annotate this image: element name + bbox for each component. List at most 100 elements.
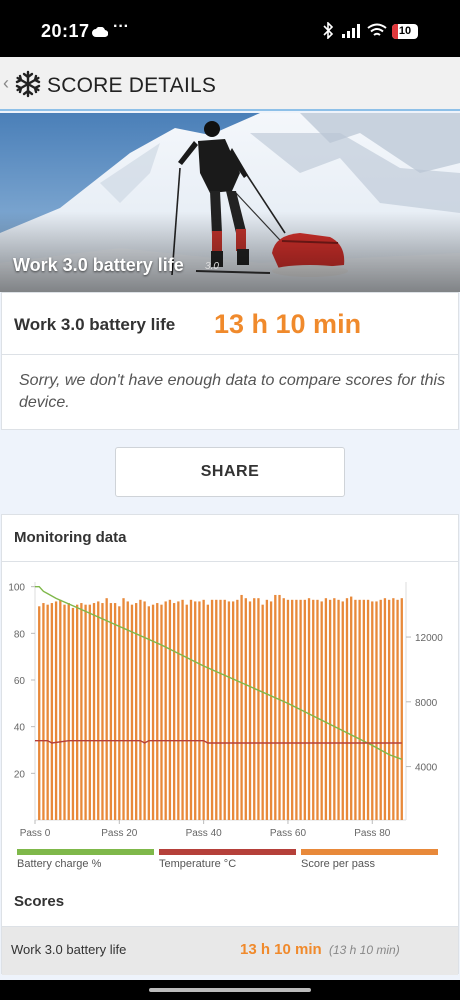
wifi-icon [367, 23, 387, 43]
nav-bar [0, 980, 460, 1000]
score-bar [291, 599, 294, 820]
score-bar [164, 601, 167, 820]
legend-item-temperature: Temperature °C [159, 849, 296, 879]
score-bar [80, 603, 83, 820]
legend-swatch [17, 849, 154, 855]
score-bar [316, 599, 319, 820]
legend-label: Temperature °C [159, 858, 237, 870]
score-bar [143, 601, 146, 820]
score-bar [223, 599, 226, 820]
score-bar [286, 599, 290, 820]
score-bar [295, 599, 298, 820]
legend-swatch [301, 849, 438, 855]
x-tick-label: Pass 0 [20, 828, 51, 838]
snowflake-icon[interactable] [14, 70, 42, 103]
score-bar [151, 604, 155, 820]
score-bar [194, 601, 197, 820]
screen: 20:17 ··· 10 ‹ SCORE DETAILS Work 3.0 ba… [0, 0, 460, 1000]
score-bar [257, 598, 260, 820]
score-bar [172, 603, 176, 820]
cloud-icon [92, 24, 109, 42]
score-bar [118, 606, 121, 820]
score-bar [113, 603, 117, 820]
score-bar [126, 601, 129, 820]
score-bar [198, 601, 201, 820]
score-bar [312, 599, 315, 820]
score-bar [181, 599, 184, 820]
score-bar [379, 599, 382, 820]
score-bar [396, 599, 399, 820]
score-bar [122, 598, 125, 820]
legend-swatch [159, 849, 296, 855]
score-bar [371, 601, 374, 820]
home-gesture-bar[interactable] [149, 988, 311, 992]
status-time: 20:17 [41, 21, 90, 41]
score-bar [92, 603, 96, 820]
monitoring-chart: 100 80 60 40 20 12000 8000 4000 Pass 0 Pass 20 Pas… [8, 582, 443, 838]
score-bar [320, 601, 323, 820]
hero-image: Work 3.0 battery life 3.0 [0, 113, 460, 292]
score-bar [88, 604, 91, 820]
score-bar [50, 603, 54, 820]
score-bar [383, 598, 387, 820]
x-tick-label: Pass 20 [101, 828, 138, 838]
score-bar [135, 603, 138, 820]
monitoring-title: Monitoring data [14, 529, 127, 546]
score-bar [307, 598, 311, 820]
score-bar [362, 599, 365, 820]
score-row-value: 13 h 10 min [240, 941, 322, 958]
score-bar [303, 599, 306, 820]
status-bar: 20:17 ··· 10 [0, 0, 460, 57]
result-label: Work 3.0 battery life [14, 315, 176, 334]
score-row-subvalue: (13 h 10 min) [329, 943, 400, 957]
y-left-tick-label: 100 [8, 583, 25, 594]
divider [2, 561, 458, 562]
score-bar [274, 594, 277, 820]
battery-level: 10 [398, 25, 412, 37]
legend-label: Score per pass [301, 858, 375, 870]
chart-bars [38, 594, 403, 820]
score-bar [244, 598, 247, 820]
back-chevron-icon[interactable]: ‹ [3, 73, 9, 94]
score-row-label: Work 3.0 battery life [11, 942, 127, 957]
score-bar [130, 604, 134, 820]
score-bar [59, 599, 62, 820]
score-bar [400, 598, 403, 820]
share-button[interactable]: SHARE [115, 447, 345, 497]
more-notifications-icon: ··· [113, 18, 129, 35]
score-bar [253, 598, 256, 820]
score-bar [105, 598, 108, 820]
score-bar [189, 599, 193, 820]
score-bar [139, 599, 142, 820]
score-bar [265, 599, 269, 820]
score-bar [358, 599, 361, 820]
score-row[interactable]: Work 3.0 battery life 13 h 10 min (13 h … [2, 926, 458, 975]
score-bar [354, 599, 357, 820]
score-bar [76, 604, 79, 820]
signal-icon [342, 24, 364, 43]
legend-item-score: Score per pass [301, 849, 438, 879]
score-bar [156, 603, 159, 820]
comparison-note: Sorry, we don't have enough data to comp… [19, 372, 446, 411]
score-bar [38, 606, 41, 820]
score-bar [185, 604, 188, 820]
y-left-tick-label: 40 [14, 723, 26, 734]
score-bar [231, 601, 235, 820]
score-bar [269, 601, 273, 820]
score-bar [46, 604, 49, 820]
y-left-tick-label: 80 [14, 629, 26, 640]
score-bar [248, 601, 252, 820]
x-tick-label: Pass 60 [270, 828, 307, 838]
score-bar [177, 601, 180, 820]
score-bar [324, 598, 328, 820]
y-right-tick-label: 12000 [415, 633, 443, 644]
y-right-tick-label: 8000 [415, 698, 438, 709]
score-bar [84, 604, 87, 820]
score-bar [366, 599, 370, 820]
x-tick-label: Pass 80 [354, 828, 391, 838]
legend-item-battery: Battery charge % [17, 849, 154, 879]
x-tick-label: Pass 40 [186, 828, 223, 838]
score-bar [341, 601, 344, 820]
score-bar [240, 594, 243, 820]
score-bar [337, 599, 340, 820]
